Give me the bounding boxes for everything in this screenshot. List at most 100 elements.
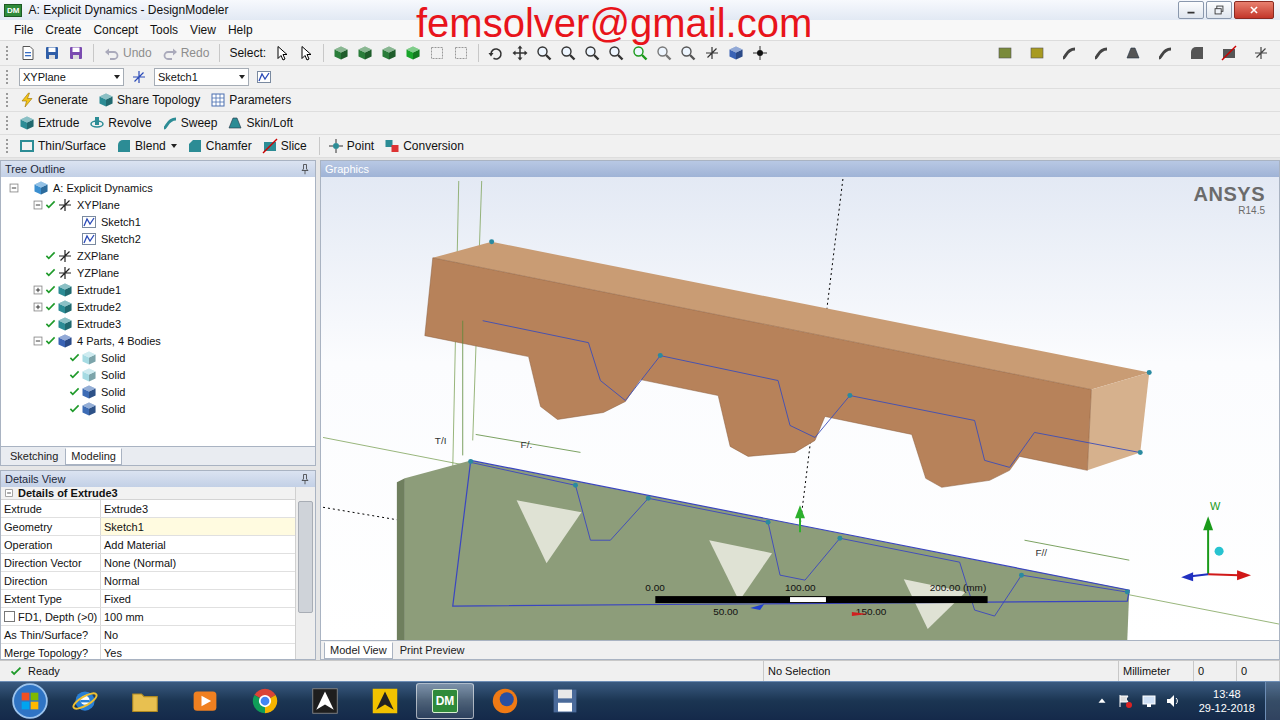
display-mode-icon[interactable] — [728, 45, 744, 61]
magnifier-icon[interactable] — [656, 45, 672, 61]
rotate-icon[interactable] — [488, 45, 504, 61]
new-file-icon[interactable] — [20, 45, 36, 61]
feature-button[interactable]: Generate — [17, 90, 94, 110]
taskbar-app[interactable] — [536, 683, 594, 719]
menu-item[interactable]: File — [8, 23, 39, 37]
menu-item[interactable]: Concept — [87, 23, 144, 37]
taskbar-app[interactable] — [116, 683, 174, 719]
feature-button[interactable]: Chamfer — [185, 136, 258, 156]
feature-button[interactable]: Blend — [114, 136, 183, 156]
menu-item[interactable]: Create — [39, 23, 87, 37]
minimize-button[interactable] — [1178, 1, 1204, 19]
details-row[interactable]: OperationAdd Material — [1, 536, 295, 554]
tree-item[interactable]: Extrude1 — [1, 281, 315, 298]
scrollbar[interactable] — [295, 487, 315, 659]
tree-item[interactable]: Solid — [1, 366, 315, 383]
view-tab[interactable]: Model View — [324, 642, 393, 659]
show-vertices-icon[interactable] — [1061, 45, 1077, 61]
dimension-label[interactable]: F// — [1035, 547, 1047, 558]
section-icon[interactable] — [1189, 45, 1205, 61]
box-zoom-icon[interactable] — [560, 45, 576, 61]
tree-item[interactable]: Extrude2 — [1, 298, 315, 315]
zoom-icon[interactable] — [536, 45, 552, 61]
iso-view-icon[interactable] — [704, 45, 720, 61]
model-scene[interactable]: T/IF/.F//0.00100.00200.00 (mm)50.00150.0… — [321, 177, 1279, 640]
details-row[interactable]: As Thin/Surface?No — [1, 626, 295, 644]
dimension-label[interactable]: F/. — [521, 439, 533, 450]
axis-triad[interactable]: W — [1181, 500, 1251, 581]
select-mode-icon[interactable] — [274, 45, 290, 61]
show-hidden-icon[interactable] — [1095, 694, 1109, 708]
expander-icon[interactable] — [31, 334, 45, 348]
edge-color-icon[interactable] — [1029, 45, 1045, 61]
restore-button[interactable] — [1206, 1, 1232, 19]
edge-joints-icon[interactable] — [1125, 45, 1141, 61]
menu-item[interactable]: View — [184, 23, 222, 37]
pan-icon[interactable] — [512, 45, 528, 61]
taskbar-app[interactable] — [296, 683, 354, 719]
tree-item[interactable]: Sketch1 — [1, 213, 315, 230]
face-filter-icon[interactable] — [381, 45, 397, 61]
feature-button[interactable]: Parameters — [208, 90, 297, 110]
parameter-checkbox[interactable] — [4, 611, 15, 622]
zoom-out-icon[interactable] — [608, 45, 624, 61]
mode-tab[interactable]: Sketching — [4, 448, 64, 465]
feature-button[interactable]: Share Topology — [96, 90, 206, 110]
previous-view-icon[interactable] — [680, 45, 696, 61]
show-edges-icon[interactable] — [1093, 45, 1109, 61]
save-icon[interactable] — [44, 45, 60, 61]
redo-button[interactable]: Redo — [158, 45, 214, 61]
taskbar-app[interactable] — [476, 683, 534, 719]
details-row[interactable]: FD1, Depth (>0)100 mm — [1, 608, 295, 626]
taskbar-app[interactable] — [56, 683, 114, 719]
upper-body[interactable] — [425, 239, 1152, 487]
feature-button[interactable]: Skin/Loft — [225, 113, 299, 133]
tree-item[interactable]: Solid — [1, 400, 315, 417]
feature-button[interactable]: Extrude — [17, 113, 85, 133]
tree-item[interactable]: Extrude3 — [1, 315, 315, 332]
details-row[interactable]: Merge Topology?Yes — [1, 644, 295, 659]
feature-button[interactable]: Thin/Surface — [17, 136, 112, 156]
menu-item[interactable]: Tools — [144, 23, 184, 37]
volume-icon[interactable] — [1165, 693, 1181, 709]
expander-icon[interactable] — [31, 198, 45, 212]
details-row[interactable]: Direction VectorNone (Normal) — [1, 554, 295, 572]
tree-item[interactable]: A: Explicit Dynamics — [1, 179, 315, 196]
taskbar-app[interactable] — [176, 683, 234, 719]
tree-item[interactable]: Solid — [1, 349, 315, 366]
new-sketch-icon[interactable] — [256, 69, 272, 85]
feature-button[interactable]: Conversion — [382, 136, 470, 156]
action-center-icon[interactable] — [1117, 693, 1133, 709]
taskbar-app[interactable] — [236, 683, 294, 719]
details-row[interactable]: GeometrySketch1 — [1, 518, 295, 536]
menu-item[interactable]: Help — [222, 23, 259, 37]
taskbar-app[interactable]: DM — [416, 683, 474, 719]
tree-item[interactable]: ZXPlane — [1, 247, 315, 264]
point-filter-icon[interactable] — [333, 45, 349, 61]
edge-filter-icon[interactable] — [357, 45, 373, 61]
pin-icon[interactable] — [299, 473, 311, 485]
pin-icon[interactable] — [299, 163, 311, 175]
expander-icon[interactable] — [7, 181, 21, 195]
tree-item[interactable]: Sketch2 — [1, 230, 315, 247]
tree-item[interactable]: YZPlane — [1, 264, 315, 281]
feature-button[interactable]: Point — [326, 136, 380, 156]
zoom-in-icon[interactable] — [584, 45, 600, 61]
show-desktop-button[interactable] — [1265, 682, 1280, 720]
mode-tab[interactable]: Modeling — [65, 448, 122, 465]
close-button[interactable] — [1234, 1, 1274, 19]
expand-selection-icon[interactable] — [453, 45, 469, 61]
tree-item[interactable]: XYPlane — [1, 196, 315, 213]
graphics-canvas[interactable]: T/IF/.F//0.00100.00200.00 (mm)50.00150.0… — [321, 177, 1279, 640]
undo-button[interactable]: Undo — [100, 45, 156, 61]
extend-selection-icon[interactable] — [429, 45, 445, 61]
feature-button[interactable]: Slice — [260, 136, 313, 156]
feature-button[interactable]: Revolve — [87, 113, 157, 133]
lower-body[interactable] — [397, 459, 1130, 640]
cut-icon[interactable] — [1221, 45, 1237, 61]
dimension-label[interactable]: T/I — [435, 435, 447, 446]
collapse-icon[interactable] — [3, 487, 15, 499]
color-by-icon[interactable] — [997, 45, 1013, 61]
tree-item[interactable]: 4 Parts, 4 Bodies — [1, 332, 315, 349]
dimensions[interactable]: T/I F/. F// — [435, 321, 1130, 560]
